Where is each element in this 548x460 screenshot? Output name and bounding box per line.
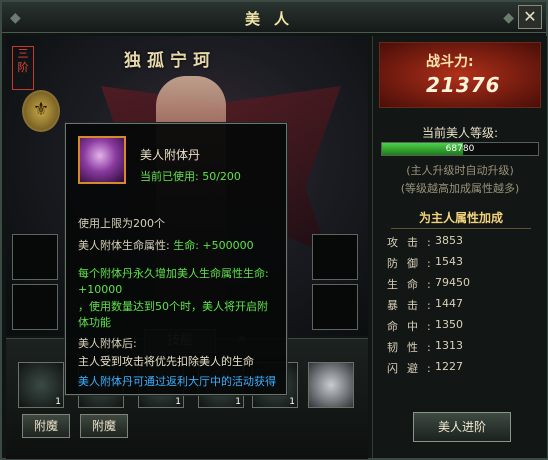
- rank-badge: 三阶: [12, 46, 34, 90]
- tooltip-item-name: 美人附体丹: [140, 148, 201, 162]
- title-bar: ◆ 美人 ◆ ✕: [2, 2, 546, 33]
- tooltip-after-label: 美人附体后:: [78, 337, 137, 350]
- tooltip-source: 美人附体丹可通过返利大厅中的活动获得: [78, 375, 276, 388]
- equip-slot[interactable]: [312, 234, 358, 280]
- advance-button[interactable]: 美人进阶: [413, 412, 511, 442]
- tooltip-desc: ，使用数量达到50个时，美人将开启附体功能: [78, 300, 268, 329]
- close-button[interactable]: ✕: [518, 5, 542, 29]
- tooltip-hp-attr: 美人附体生命属性: 生命: +500000: [78, 239, 254, 252]
- corner-ornament-icon: ◆: [503, 10, 514, 26]
- tooltip-after-text: 主人受到攻击将优先扣除美人的生命: [78, 355, 254, 368]
- attr-row: 韧性: 1313: [387, 339, 463, 354]
- beauty-window: ◆ 美人 ◆ ✕ 独孤宁珂 三阶 ⚜ 技能 « » 1 1 1 1 附魔 附魔 …: [0, 0, 548, 460]
- attr-row: 命中: 1350: [387, 318, 463, 333]
- level-hint: (等级越高加成属性越多): [400, 182, 520, 195]
- exp-value: 68780: [445, 144, 475, 154]
- equip-slot[interactable]: [12, 284, 58, 330]
- combat-power-label: 战斗力:: [426, 54, 474, 70]
- combat-power-panel: 战斗力: 21376: [379, 42, 541, 108]
- tooltip-limit: 使用上限为200个: [78, 217, 165, 230]
- level-hint: (主人升级时自动升级): [406, 164, 514, 177]
- equip-slot[interactable]: [12, 234, 58, 280]
- attr-row: 攻击: 3853: [387, 234, 463, 249]
- pill-orb-icon: [78, 136, 126, 184]
- item-slot-shard[interactable]: [308, 362, 354, 408]
- item-slot-pearl[interactable]: 1: [18, 362, 64, 408]
- attr-row: 闪避: 1227: [387, 360, 463, 375]
- tooltip-used: 当前已使用: 50/200: [140, 170, 241, 183]
- combat-power-value: 21376: [426, 73, 501, 97]
- item-tooltip: 美人附体丹 当前已使用: 50/200 使用上限为200个 美人附体生命属性: …: [65, 123, 287, 395]
- stats-panel: 战斗力: 21376 当前美人等级: 68780 (主人升级时自动升级) (等级…: [372, 36, 547, 458]
- tooltip-desc: 每个附体丹永久增加美人生命属性生命: +10000: [78, 267, 269, 296]
- exp-bar: 68780: [381, 142, 539, 156]
- emblem-icon[interactable]: ⚜: [22, 90, 60, 132]
- attr-row: 防御: 1543: [387, 255, 463, 270]
- enchant-button[interactable]: 附魔: [80, 414, 128, 438]
- enchant-button[interactable]: 附魔: [22, 414, 70, 438]
- equip-slot[interactable]: [312, 284, 358, 330]
- level-title: 当前美人等级:: [421, 126, 499, 140]
- window-title: 美人: [244, 10, 303, 28]
- attr-row: 生命: 79450: [387, 276, 470, 291]
- beauty-name: 独孤宁珂: [124, 51, 216, 71]
- attr-title: 为主人属性加成: [391, 209, 531, 229]
- attr-row: 暴击: 1447: [387, 297, 463, 312]
